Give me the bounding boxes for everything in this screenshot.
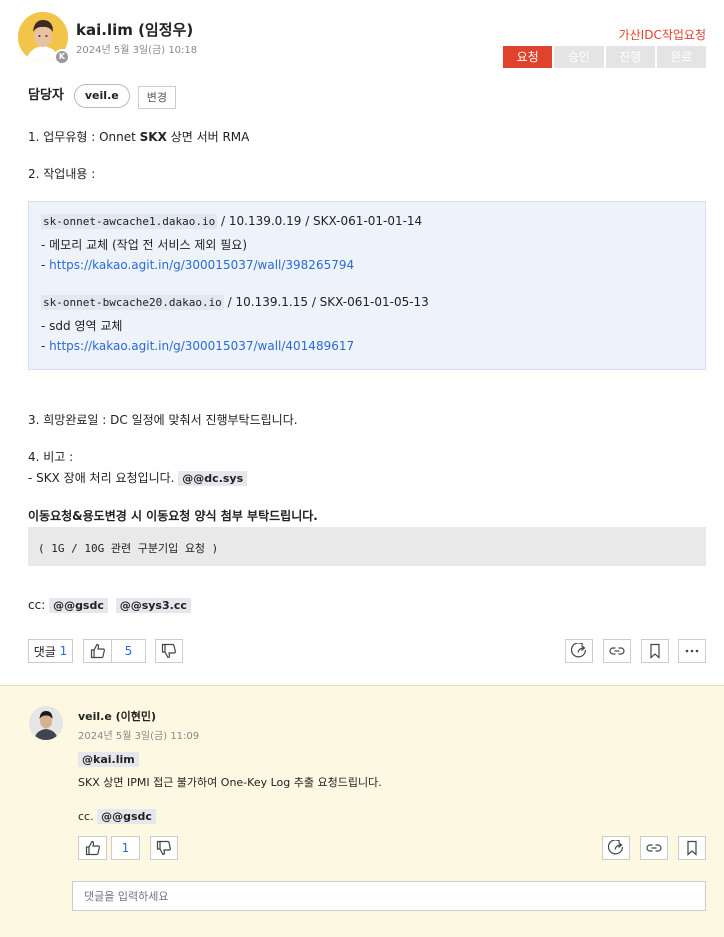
task-line: - sdd 영역 교체	[41, 319, 123, 333]
hostname-code: sk-onnet-awcache1.dakao.io	[41, 214, 218, 229]
assignee-pill[interactable]: veil.e	[73, 84, 130, 108]
mention-tag[interactable]: @@gsdc	[49, 598, 108, 613]
host-info: / 10.139.0.19 / SKX-061-01-01-14	[217, 214, 423, 228]
status-step-complete[interactable]: 완료	[656, 46, 706, 68]
comment-like-count: 1	[121, 841, 130, 855]
work-type-suffix: 상면 서버 RMA	[166, 130, 250, 144]
status-step-progress[interactable]: 진행	[605, 46, 655, 68]
like-count: 5	[124, 644, 133, 658]
work-type-prefix: 1. 업무유형 : Onnet	[28, 130, 140, 144]
mention-tag[interactable]: @@sys3.cc	[115, 598, 191, 613]
comment-like-count-button[interactable]: 1	[111, 836, 140, 860]
cc-label: cc:	[28, 598, 50, 612]
wall-link[interactable]: https://kakao.agit.in/g/300015037/wall/4…	[49, 339, 354, 353]
status-step-request[interactable]: 요청	[503, 46, 553, 68]
thumbs-up-icon	[85, 840, 101, 856]
cc-label: cc.	[78, 810, 98, 823]
comment-count: 1	[59, 644, 68, 658]
dash: -	[41, 339, 50, 353]
notice-line: 이동요청&용도변경 시 이동요청 양식 첨부 부탁드립니다.	[28, 507, 318, 524]
dash: -	[41, 258, 50, 272]
like-button[interactable]	[83, 639, 112, 663]
work-content-line: 2. 작업내용 :	[28, 167, 96, 181]
link-icon	[646, 840, 662, 856]
remark-line: 4. 비고 :	[28, 450, 74, 464]
more-icon	[684, 643, 700, 659]
comment-section: veil.e (이현민) 2024년 5월 3일(금) 11:09 @kai.l…	[0, 685, 724, 937]
comment-mention-line: @kai.lim	[78, 752, 139, 767]
bookmark-icon	[684, 840, 700, 856]
bookmark-icon	[647, 643, 663, 659]
code-block: ( 1G / 10G 관련 구분기입 요청 )	[28, 527, 706, 566]
commenter-avatar[interactable]	[29, 706, 63, 740]
comment-copy-link-button[interactable]	[640, 836, 668, 860]
assignee-label: 담당자	[28, 87, 64, 103]
share-button[interactable]	[565, 639, 593, 663]
cc-line: cc: @@gsdc @@sys3.cc	[28, 598, 191, 613]
assignee-row: 담당자 veil.e 변경	[28, 84, 176, 109]
link-icon	[609, 643, 625, 659]
work-type-bold: SKX	[139, 130, 167, 144]
comment-share-button[interactable]	[602, 836, 630, 860]
bold-notice: 이동요청&용도변경 시 이동요청 양식 첨부 부탁드립니다.	[28, 509, 318, 523]
status-step-approve[interactable]: 승인	[554, 46, 604, 68]
mention-tag[interactable]: @kai.lim	[78, 752, 139, 767]
dislike-button[interactable]	[155, 639, 183, 663]
post-date: 2024년 5월 3일(금) 10:18	[76, 45, 198, 56]
more-button[interactable]	[678, 639, 706, 663]
commenter-name[interactable]: veil.e (이현민)	[78, 708, 156, 724]
host-info: / 10.139.1.15 / SKX-061-01-05-13	[223, 295, 429, 309]
comment-text: SKX 상면 IPMI 접근 불가하여 One-Key Log 추출 요청드립니…	[78, 776, 382, 789]
wall-link[interactable]: https://kakao.agit.in/g/300015037/wall/3…	[49, 258, 354, 272]
link-line: - https://kakao.agit.in/g/300015037/wall…	[41, 339, 354, 353]
host-line: sk-onnet-bwcache20.dakao.io / 10.139.1.1…	[41, 295, 429, 310]
author-name[interactable]: kai.lim (임정우)	[76, 19, 193, 40]
comment-like-button[interactable]	[78, 836, 107, 860]
comment-input[interactable]	[72, 881, 706, 911]
group-link[interactable]: 가산IDC작업요청	[619, 26, 706, 43]
host-line: sk-onnet-awcache1.dakao.io / 10.139.0.19…	[41, 214, 423, 229]
work-type-line: 1. 업무유형 : Onnet SKX 상면 서버 RMA	[28, 128, 249, 145]
comment-dislike-button[interactable]	[150, 836, 178, 860]
share-icon	[608, 840, 624, 856]
mention-tag[interactable]: @@gsdc	[97, 809, 156, 824]
hostname-code: sk-onnet-bwcache20.dakao.io	[41, 295, 224, 310]
remark-note-line: - SKX 장애 처리 요청입니다. @@dc.sys	[28, 469, 248, 486]
post: K kai.lim (임정우) 2024년 5월 3일(금) 10:18 가산I…	[0, 0, 724, 685]
like-count-button[interactable]: 5	[111, 639, 146, 663]
change-assignee-button[interactable]: 변경	[137, 85, 176, 109]
work-detail-box: sk-onnet-awcache1.dakao.io / 10.139.0.19…	[28, 201, 706, 370]
thumbs-up-icon	[90, 643, 106, 659]
task-line: - 메모리 교체 (작업 전 서비스 제외 필요)	[41, 238, 247, 252]
comment-bookmark-button[interactable]	[678, 836, 706, 860]
profile-badge: K	[54, 49, 70, 65]
link-line: - https://kakao.agit.in/g/300015037/wall…	[41, 258, 354, 272]
thumbs-down-icon	[156, 840, 172, 856]
mention-tag[interactable]: @@dc.sys	[178, 471, 248, 486]
comment-count-label: 댓글	[33, 644, 56, 659]
remark-note: - SKX 장애 처리 요청입니다.	[28, 471, 179, 485]
copy-link-button[interactable]	[603, 639, 631, 663]
comment-cc-line: cc. @@gsdc	[78, 809, 156, 824]
comment-date: 2024년 5월 3일(금) 11:09	[78, 731, 200, 742]
comment-count-button[interactable]: 댓글 1	[28, 639, 73, 663]
share-icon	[571, 643, 587, 659]
status-steps: 요청 승인 진행 완료	[503, 46, 706, 68]
bookmark-button[interactable]	[641, 639, 669, 663]
due-date-line: 3. 희망완료일 : DC 일정에 맞춰서 진행부탁드립니다.	[28, 413, 298, 427]
thumbs-down-icon	[161, 643, 177, 659]
